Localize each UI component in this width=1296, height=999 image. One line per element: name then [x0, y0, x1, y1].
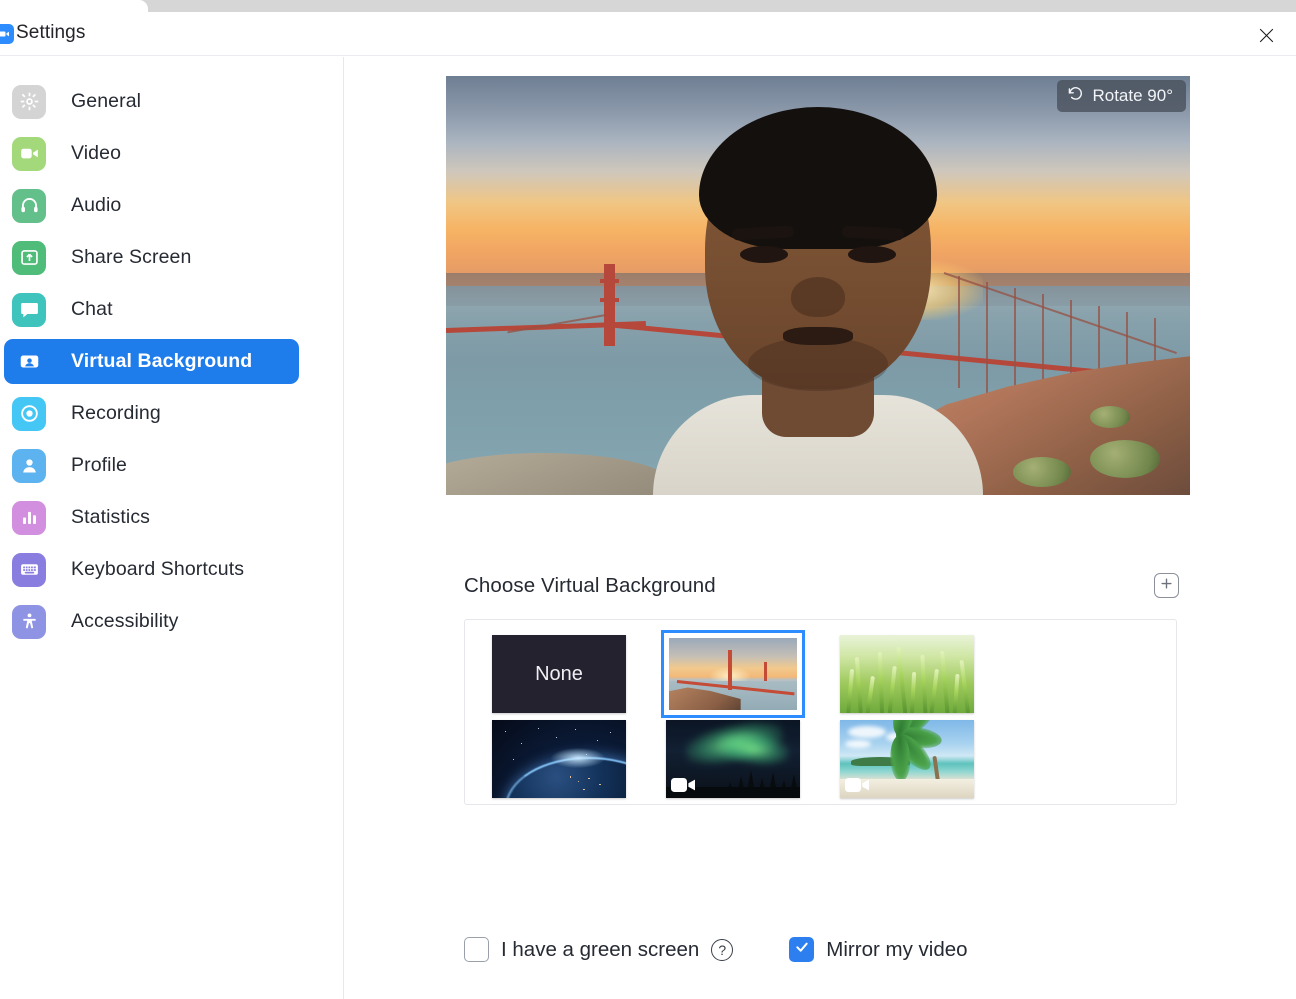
gear-icon — [12, 84, 46, 119]
rotate-ccw-icon — [1067, 85, 1084, 107]
sidebar-item-label: Accessibility — [71, 610, 179, 632]
os-chrome-strip — [0, 0, 1296, 12]
sidebar-item-keyboard-shortcuts[interactable]: Keyboard Shortcuts — [4, 547, 299, 592]
sidebar-item-label: General — [71, 90, 142, 112]
choose-background-header: Choose Virtual Background — [464, 573, 1179, 598]
background-thumbnail-cell — [492, 720, 666, 805]
background-thumb-none[interactable]: None — [492, 635, 626, 713]
headset-icon — [12, 188, 46, 223]
background-thumb-label: None — [535, 662, 583, 685]
check-icon — [794, 939, 810, 960]
sidebar-item-share-screen[interactable]: Share Screen — [4, 235, 299, 280]
background-thumb-aurora[interactable] — [666, 720, 800, 798]
mirror-video-option[interactable]: Mirror my video — [789, 937, 968, 962]
green-screen-label: I have a green screen — [501, 937, 700, 961]
chat-icon — [12, 292, 46, 327]
window-titlebar: Settings — [0, 12, 1296, 56]
person-icon — [12, 448, 46, 483]
background-thumb-beach[interactable] — [840, 720, 974, 798]
background-thumbnail-panel: None — [464, 619, 1177, 805]
sidebar-item-label: Recording — [71, 402, 161, 424]
sidebar-item-label: Keyboard Shortcuts — [71, 558, 245, 580]
accessibility-icon — [12, 604, 46, 639]
person-card-icon — [12, 345, 46, 379]
background-thumb-golden-gate-bridge[interactable] — [661, 630, 805, 718]
background-options-row: I have a green screen ? Mirror my video — [464, 937, 968, 962]
video-preview: Rotate 90° — [446, 76, 1190, 495]
sidebar-item-label: Chat — [71, 298, 113, 320]
background-thumb-earth-from-space[interactable] — [492, 720, 626, 798]
sidebar-item-label: Virtual Background — [71, 350, 253, 372]
video-badge-icon — [671, 777, 696, 793]
sidebar-item-statistics[interactable]: Statistics — [4, 495, 299, 540]
section-title: Choose Virtual Background — [464, 573, 716, 597]
close-icon[interactable] — [1244, 18, 1288, 52]
background-thumbnail-cell — [840, 635, 1014, 720]
background-thumbnail-cell — [666, 720, 840, 805]
sidebar-item-label: Video — [71, 142, 122, 164]
record-icon — [12, 396, 46, 431]
sidebar-item-label: Profile — [71, 454, 127, 476]
sidebar-item-recording[interactable]: Recording — [4, 391, 299, 436]
sidebar-item-accessibility[interactable]: Accessibility — [4, 599, 299, 644]
background-thumbnail-cell: None — [492, 635, 666, 720]
sidebar-item-chat[interactable]: Chat — [4, 287, 299, 332]
os-browser-tab — [0, 0, 148, 12]
window-title: Settings — [16, 22, 86, 43]
plus-icon — [1159, 576, 1174, 596]
mirror-video-checkbox[interactable] — [789, 937, 815, 962]
settings-sidebar: General Video Audio Share Screen Chat Vi… — [0, 57, 344, 999]
question-icon[interactable]: ? — [711, 938, 734, 961]
keyboard-icon — [12, 552, 46, 587]
green-screen-checkbox[interactable] — [464, 937, 489, 962]
sidebar-item-virtual-background[interactable]: Virtual Background — [4, 339, 299, 384]
sidebar-item-profile[interactable]: Profile — [4, 443, 299, 488]
help-glyph: ? — [718, 941, 727, 958]
background-thumb-grass[interactable] — [840, 635, 974, 713]
sidebar-item-label: Audio — [71, 194, 122, 216]
add-background-button[interactable] — [1154, 573, 1179, 598]
background-thumbnail-cell — [661, 630, 840, 720]
sidebar-item-label: Statistics — [71, 506, 151, 528]
upload-icon — [12, 240, 46, 275]
sidebar-item-audio[interactable]: Audio — [4, 183, 299, 228]
mirror-video-label: Mirror my video — [826, 937, 968, 961]
rotate-button-label: Rotate 90° — [1092, 86, 1173, 105]
rotate-90-button[interactable]: Rotate 90° — [1057, 80, 1186, 112]
zoom-icon — [0, 24, 14, 44]
video-icon — [12, 136, 46, 171]
background-thumbnail-cell — [840, 720, 1014, 805]
virtual-background-panel: Rotate 90° Choose Virtual Background Non… — [345, 57, 1296, 999]
bar-chart-icon — [12, 500, 46, 535]
green-screen-option[interactable]: I have a green screen — [464, 937, 699, 962]
sidebar-item-label: Share Screen — [71, 246, 192, 268]
sidebar-item-video[interactable]: Video — [4, 131, 299, 176]
video-badge-icon — [845, 777, 870, 793]
sidebar-item-general[interactable]: General — [4, 79, 299, 124]
